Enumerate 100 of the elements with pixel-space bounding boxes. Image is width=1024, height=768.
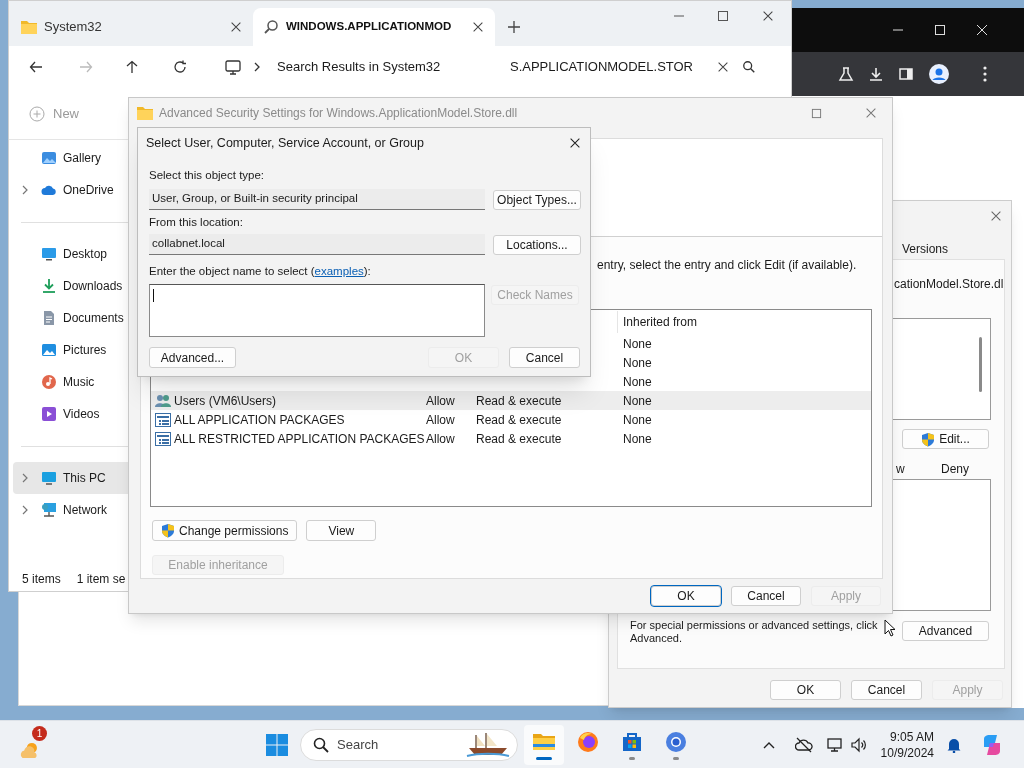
table-cell-text: None <box>623 373 652 391</box>
users-icon <box>155 393 171 408</box>
sidebar-item[interactable]: Documents <box>13 302 131 334</box>
profile-icon[interactable] <box>928 63 950 85</box>
table-cell-text: ALL RESTRICTED APPLICATION PACKAGES <box>174 430 425 448</box>
column-header: Inherited from <box>623 314 698 331</box>
dialog-button[interactable]: OK <box>651 586 721 606</box>
sidebar-item[interactable]: Videos <box>13 398 131 430</box>
close-icon[interactable] <box>716 60 730 74</box>
sidebar-item[interactable]: Desktop <box>13 238 131 270</box>
close-icon[interactable] <box>229 20 243 34</box>
edit-button[interactable]: Edit... <box>902 429 989 449</box>
download-icon[interactable] <box>868 66 884 82</box>
dialog-button[interactable]: Cancel <box>509 347 580 368</box>
sidebar-item[interactable]: Network <box>13 494 131 526</box>
sidebar-item[interactable]: Gallery <box>13 142 131 174</box>
sidebar-item[interactable]: OneDrive <box>13 174 131 206</box>
firefox-icon <box>576 729 600 754</box>
ship-icon <box>465 731 511 758</box>
close-icon[interactable] <box>976 24 988 36</box>
scrollbar-thumb[interactable] <box>979 337 982 392</box>
field-label: Select this object type: <box>149 168 265 184</box>
monitor-icon <box>41 470 57 486</box>
shield-icon <box>921 431 936 447</box>
back-icon[interactable] <box>29 60 43 74</box>
instruction-text: entry, select the entry and click Edit (if available). <box>597 258 857 272</box>
search-icon[interactable] <box>742 60 756 74</box>
sidebar-item[interactable]: Downloads <box>13 270 131 302</box>
table-row[interactable]: ALL APPLICATION PACKAGES Allow Read & execute None <box>151 410 871 429</box>
table-cell-text: ALL APPLICATION PACKAGES <box>174 411 345 429</box>
table-cell: Read & execute <box>476 431 562 446</box>
chevron-icon[interactable] <box>253 62 261 72</box>
column-header: w <box>896 462 905 476</box>
volume-icon[interactable] <box>850 736 867 753</box>
table-cell-text: None <box>623 335 652 353</box>
window-title: Advanced Security Settings for Windows.ApplicationModel.Store.dll <box>159 105 518 122</box>
tab[interactable]: WINDOWS.APPLICATIONMOD <box>253 8 495 46</box>
video-icon <box>41 406 57 422</box>
new-tab-icon[interactable] <box>507 20 521 34</box>
search-icon <box>313 736 329 753</box>
sidebar-item[interactable]: Music <box>13 366 131 398</box>
package-icon <box>155 431 171 446</box>
column-header: Deny <box>941 462 969 476</box>
table-cell: Read & execute <box>476 412 562 427</box>
table-cell-text: None <box>623 392 652 410</box>
address-text: Search Results in System32 <box>277 58 441 77</box>
dialog-title: Select User, Computer, Service Account, or Group <box>146 134 425 152</box>
chevron-up-icon[interactable] <box>762 740 775 749</box>
side-panel-icon[interactable] <box>898 66 914 82</box>
folder-icon <box>137 106 153 120</box>
advanced-button[interactable]: Advanced <box>902 621 989 641</box>
sidebar-item[interactable]: This PC <box>13 462 131 494</box>
windows-start-icon[interactable] <box>265 732 289 757</box>
status-text: 5 items <box>22 571 61 588</box>
table-cell-text: Users (VM6\Users) <box>174 392 276 410</box>
field-label: Enter the object name to select (examples): <box>149 264 371 280</box>
close-icon[interactable] <box>761 9 775 23</box>
close-icon[interactable] <box>568 136 582 150</box>
locations-button[interactable]: Locations... <box>493 234 581 255</box>
advanced-button[interactable]: Advanced... <box>149 347 236 368</box>
mouse-cursor-icon <box>884 619 896 637</box>
browser-icon <box>664 729 688 754</box>
object-name-field[interactable] <box>149 284 485 337</box>
location-field: collabnet.local <box>149 234 485 255</box>
flask-icon[interactable] <box>838 66 854 82</box>
plus-icon <box>29 105 45 122</box>
music-icon <box>41 374 57 390</box>
taskbar-search-field[interactable]: Search <box>300 728 518 761</box>
network-icon <box>41 502 57 518</box>
table-row[interactable]: Users (VM6\Users) Allow Read & execute None <box>151 391 871 410</box>
bell-icon[interactable] <box>946 736 962 753</box>
up-icon[interactable] <box>125 60 139 74</box>
examples-link[interactable]: examples <box>314 265 364 278</box>
maximize-icon[interactable] <box>717 10 729 22</box>
field-label: From this location: <box>149 215 243 231</box>
notification-badge: 1 <box>32 725 47 741</box>
dialog-button[interactable]: OK <box>770 680 841 700</box>
tab[interactable]: System32 <box>11 8 253 46</box>
change-permissions-button[interactable]: Change permissions <box>152 520 298 541</box>
download-icon <box>41 278 57 294</box>
table-cell: Allow <box>426 431 455 446</box>
object-types-button[interactable]: Object Types... <box>493 189 581 210</box>
monitor-icon[interactable] <box>225 59 241 75</box>
view-button[interactable]: View <box>306 520 377 541</box>
taskbar-app[interactable] <box>524 724 564 765</box>
cloud-off-icon[interactable] <box>794 736 813 753</box>
query-field[interactable]: S.APPLICATIONMODEL.STOR <box>500 51 766 83</box>
note-text: For special permissions or advanced settings, click Advanced. <box>630 619 879 645</box>
table-cell-text: None <box>623 411 652 429</box>
network-icon[interactable] <box>826 736 845 753</box>
dialog-button[interactable]: Cancel <box>731 586 801 606</box>
more-icon[interactable] <box>982 65 988 83</box>
table-row[interactable]: ALL RESTRICTED APPLICATION PACKAGESAllow Read & execute None <box>151 429 871 448</box>
clock[interactable]: 9:05 AM 10/9/2024 <box>880 728 934 761</box>
dialog-button[interactable]: Cancel <box>851 680 922 700</box>
table-cell: Allow <box>426 393 455 408</box>
refresh-icon[interactable] <box>173 60 187 74</box>
text-cursor <box>153 289 154 302</box>
close-icon[interactable] <box>471 20 485 34</box>
sidebar-item[interactable]: Pictures <box>13 334 131 366</box>
